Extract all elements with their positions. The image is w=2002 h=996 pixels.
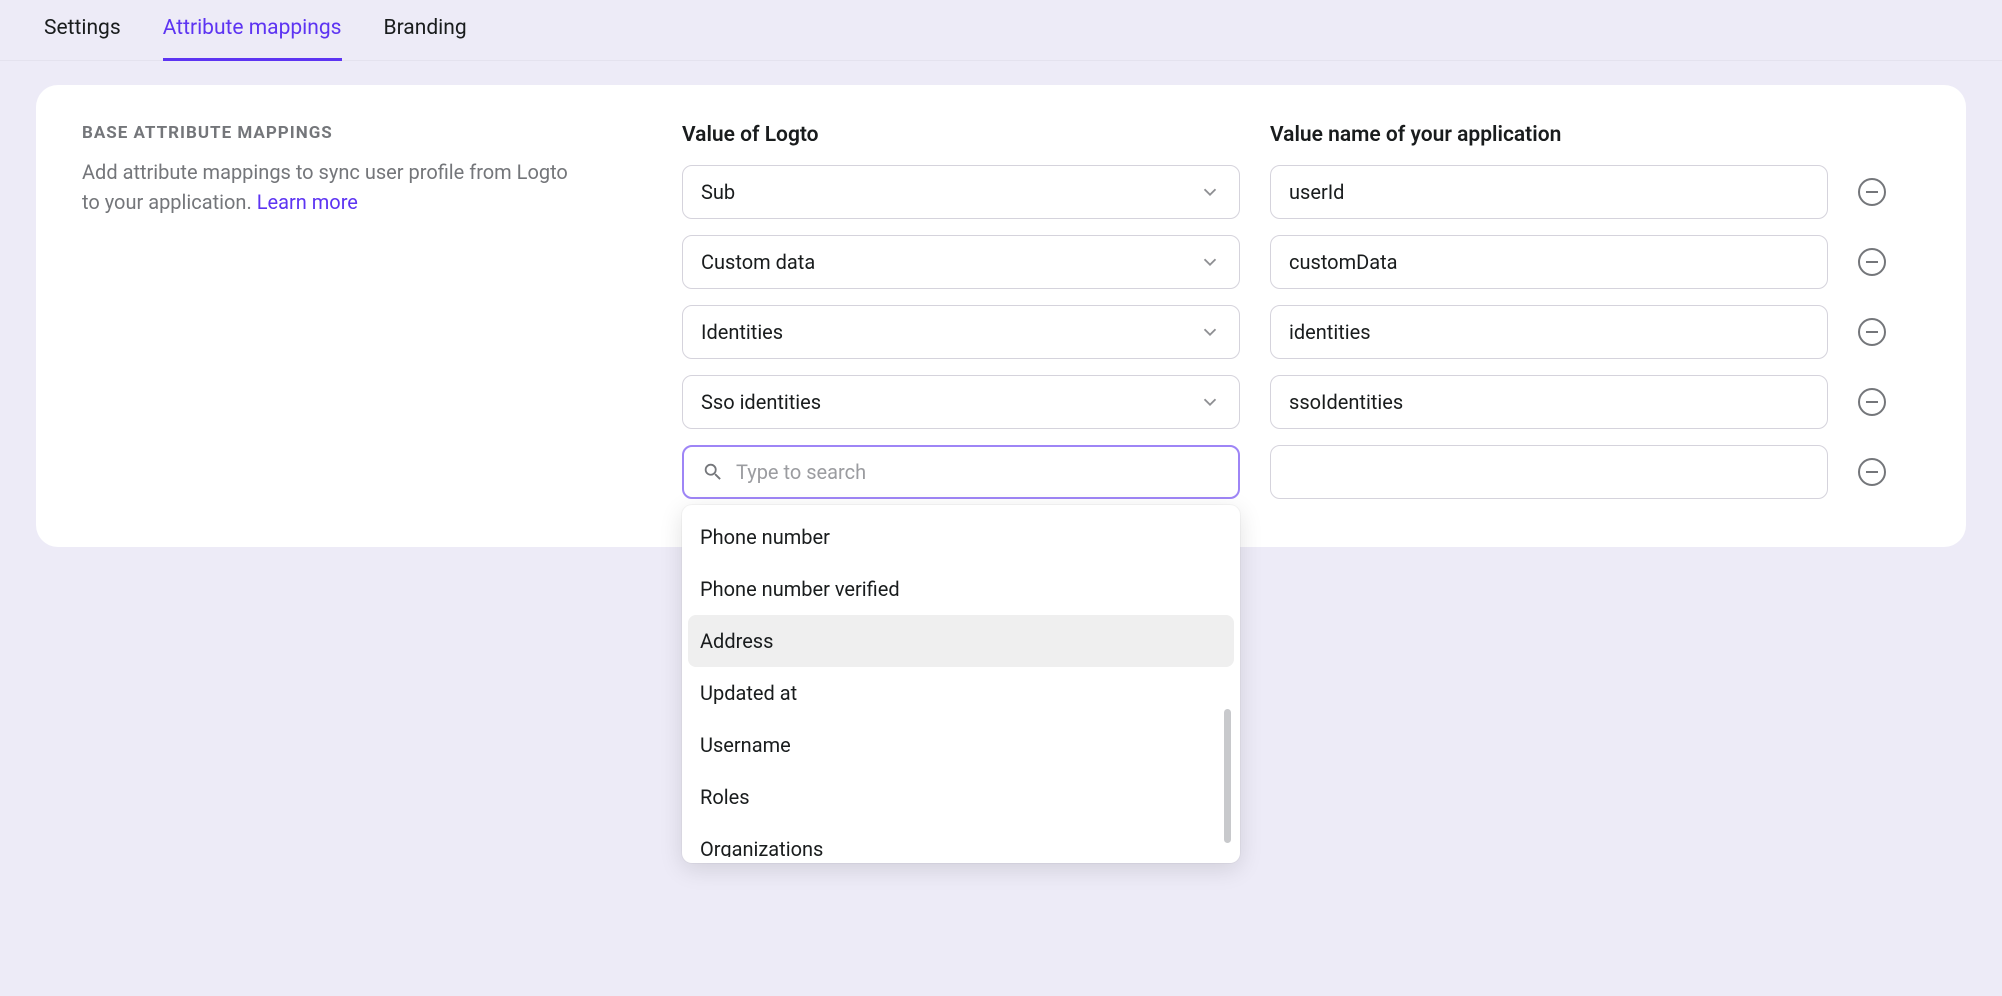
app-value-input-wrapper: [1270, 445, 1828, 499]
section-title: BASE ATTRIBUTE MAPPINGS: [82, 123, 642, 143]
chevron-down-icon: [1199, 251, 1221, 273]
learn-more-link[interactable]: Learn more: [257, 190, 358, 214]
logto-value-select[interactable]: Identities: [682, 305, 1240, 359]
mapping-rows: Sub Custom data: [682, 165, 1920, 499]
select-value-label: Sso identities: [701, 390, 1199, 414]
chevron-down-icon: [1199, 181, 1221, 203]
scrollbar-thumb[interactable]: [1224, 709, 1231, 843]
table-row: [682, 445, 1920, 499]
app-value-input-wrapper: [1270, 235, 1828, 289]
dropdown-option[interactable]: Organizations: [688, 823, 1234, 857]
logto-value-search-box[interactable]: [682, 445, 1240, 499]
table-row: Identities: [682, 305, 1920, 359]
table-row: Custom data: [682, 235, 1920, 289]
app-value-input-wrapper: [1270, 375, 1828, 429]
select-value-label: Sub: [701, 180, 1199, 204]
remove-row-button[interactable]: [1858, 318, 1886, 346]
logto-value-select[interactable]: Sub: [682, 165, 1240, 219]
dropdown-scroll[interactable]: Phone number Phone number verified Addre…: [688, 511, 1234, 857]
dropdown-option[interactable]: Roles: [688, 771, 1234, 823]
tab-settings[interactable]: Settings: [44, 0, 121, 61]
logto-value-dropdown: Phone number Phone number verified Addre…: [682, 505, 1240, 863]
app-value-input[interactable]: [1289, 460, 1809, 484]
tabs-bar: Settings Attribute mappings Branding: [0, 0, 2002, 61]
select-value-label: Custom data: [701, 250, 1199, 274]
select-value-label: Identities: [701, 320, 1199, 344]
remove-row-button[interactable]: [1858, 178, 1886, 206]
app-value-input[interactable]: [1289, 390, 1809, 414]
app-value-input-wrapper: [1270, 165, 1828, 219]
table-header-row: Value of Logto Value name of your applic…: [682, 123, 1920, 147]
logto-value-select[interactable]: Custom data: [682, 235, 1240, 289]
app-value-input-wrapper: [1270, 305, 1828, 359]
dropdown-option[interactable]: Address: [688, 615, 1234, 667]
col-header-logto: Value of Logto: [682, 123, 1240, 147]
table-row: Sso identities: [682, 375, 1920, 429]
remove-row-button[interactable]: [1858, 458, 1886, 486]
mappings-card: BASE ATTRIBUTE MAPPINGS Add attribute ma…: [36, 85, 1966, 547]
tab-attribute-mappings[interactable]: Attribute mappings: [163, 0, 342, 61]
dropdown-option[interactable]: Updated at: [688, 667, 1234, 719]
logto-value-select[interactable]: Sso identities: [682, 375, 1240, 429]
table-row: Sub: [682, 165, 1920, 219]
dropdown-option[interactable]: Username: [688, 719, 1234, 771]
app-value-input[interactable]: [1289, 250, 1809, 274]
dropdown-option[interactable]: Phone number: [688, 511, 1234, 563]
remove-row-button[interactable]: [1858, 388, 1886, 416]
chevron-down-icon: [1199, 391, 1221, 413]
app-value-input[interactable]: [1289, 180, 1809, 204]
search-icon: [702, 461, 724, 483]
mappings-table: Value of Logto Value name of your applic…: [682, 123, 1920, 499]
app-value-input[interactable]: [1289, 320, 1809, 344]
chevron-down-icon: [1199, 321, 1221, 343]
remove-row-button[interactable]: [1858, 248, 1886, 276]
search-input[interactable]: [736, 460, 1220, 484]
col-header-app: Value name of your application: [1270, 123, 1828, 147]
dropdown-option[interactable]: Phone number verified: [688, 563, 1234, 615]
section-description: Add attribute mappings to sync user prof…: [82, 157, 572, 217]
section-intro: BASE ATTRIBUTE MAPPINGS Add attribute ma…: [82, 123, 642, 499]
tab-branding[interactable]: Branding: [384, 0, 467, 61]
